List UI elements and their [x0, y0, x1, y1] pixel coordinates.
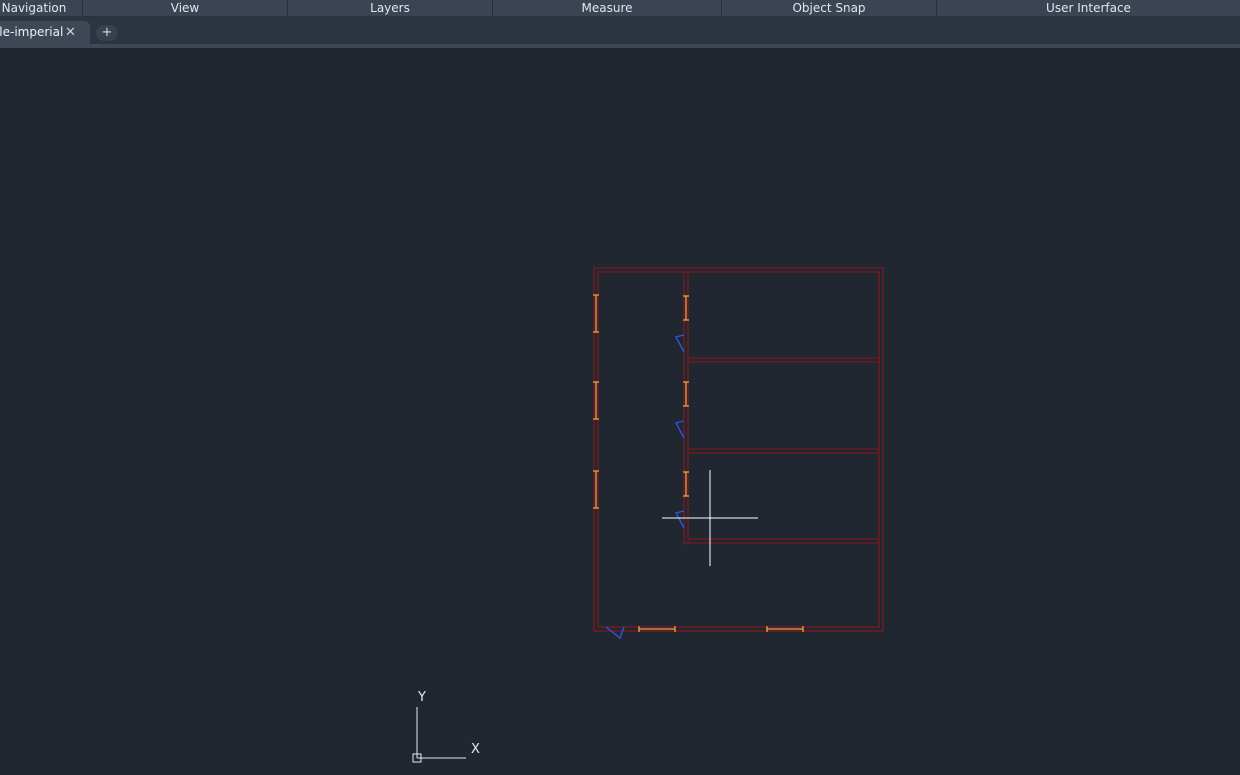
ucs-icon — [412, 707, 466, 763]
ribbon-group-label: Layers — [370, 1, 410, 15]
crosshair-cursor — [662, 470, 758, 566]
ribbon-group-object-snap[interactable]: Object Snap — [722, 0, 937, 16]
doors — [605, 334, 685, 640]
ribbon-group-navigation[interactable]: Navigation — [0, 0, 83, 16]
ribbon-group-user-interface[interactable]: User Interface — [937, 0, 1240, 16]
ribbon-group-label: Measure — [581, 1, 633, 15]
ribbon-panel-bar: Navigation View Layers Measure Object Sn… — [0, 0, 1240, 17]
close-icon[interactable]: ✕ — [65, 21, 76, 44]
door-3 — [674, 510, 685, 529]
door-2 — [674, 420, 685, 439]
ribbon-group-label: Navigation — [1, 1, 67, 15]
ucs-x-label: X — [471, 742, 480, 757]
ribbon-group-label: View — [170, 1, 200, 15]
ribbon-group-layers[interactable]: Layers — [288, 0, 493, 16]
ribbon-group-label: User Interface — [1046, 1, 1131, 15]
floor-plan-drawing — [412, 267, 884, 763]
drawing-canvas[interactable]: Y X — [0, 48, 1240, 775]
door-1 — [674, 334, 685, 353]
file-tab-label: Sample-imperial — [0, 25, 64, 39]
windows — [593, 294, 804, 632]
ribbon-group-measure[interactable]: Measure — [493, 0, 722, 16]
ucs-y-label: Y — [418, 690, 426, 705]
ribbon-group-label: Object Snap — [792, 1, 866, 15]
file-tab-active[interactable]: Sample-imperial ✕ — [0, 21, 90, 44]
ribbon-group-view[interactable]: View — [83, 0, 288, 16]
file-tab-bar: Sample-imperial ✕ — [0, 17, 1240, 44]
new-tab-button[interactable]: + — [96, 25, 118, 41]
door-4 — [605, 626, 625, 640]
walls — [593, 267, 884, 632]
